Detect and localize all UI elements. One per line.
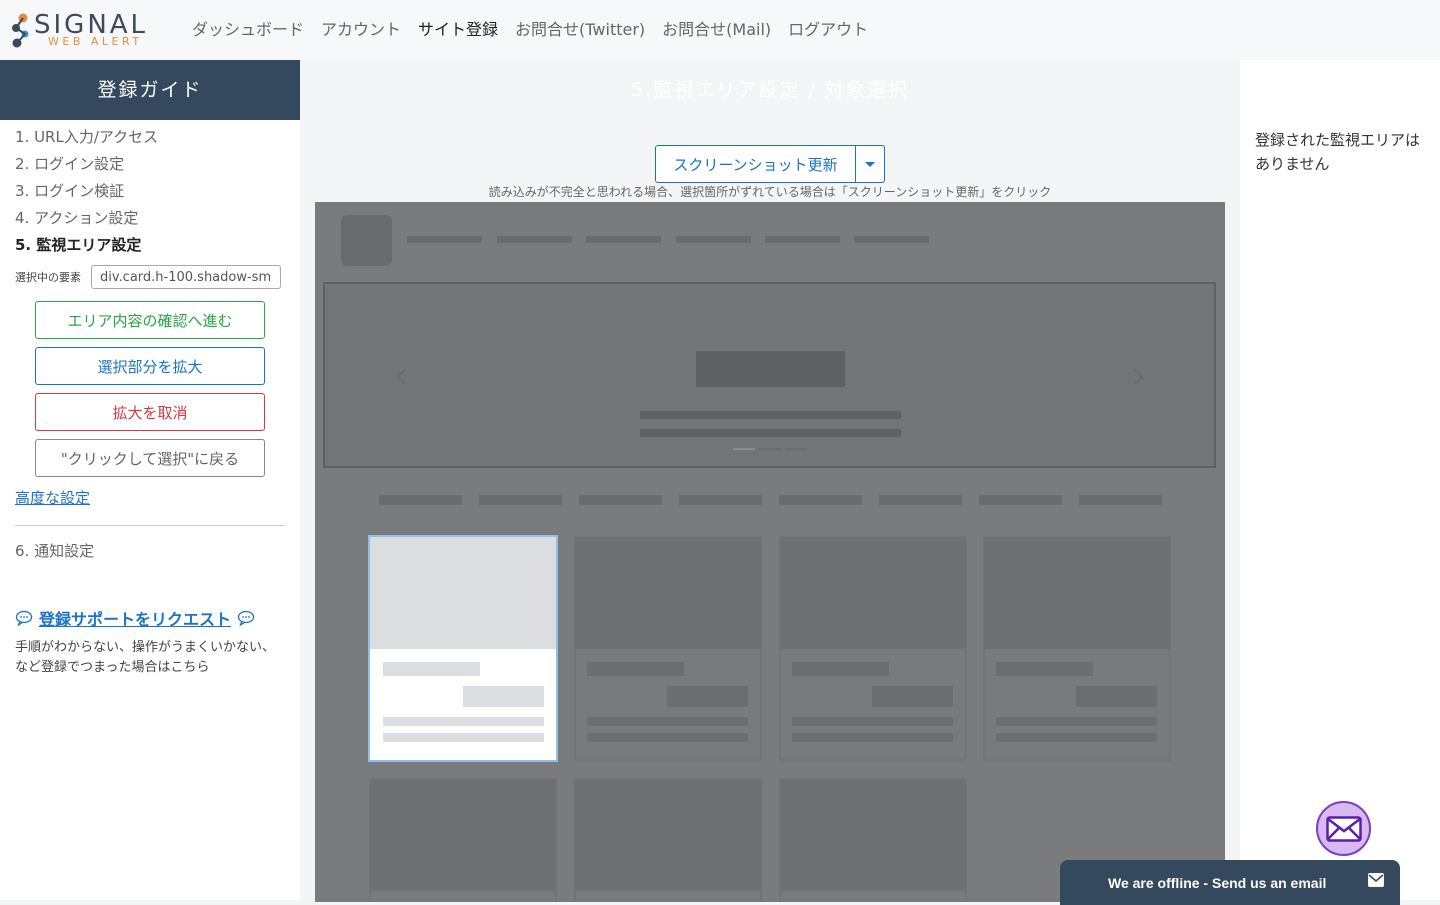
- step-item: 2. ログイン設定: [15, 155, 125, 173]
- cancel-zoom-button[interactable]: 拡大を取消: [35, 393, 265, 431]
- step-item: 3. ログイン検証: [15, 182, 125, 200]
- selected-element-row: 選択中の要素: [15, 265, 285, 289]
- step-item: 6. 通知設定: [15, 542, 95, 560]
- main-nav: ダッシュボード アカウント サイト登録 お問合せ(Twitter) お問合せ(M…: [192, 18, 868, 42]
- nav-logout[interactable]: ログアウト: [788, 18, 868, 42]
- envelope-icon: [1325, 815, 1362, 842]
- offline-chat-text: We are offline - Send us an email: [1108, 874, 1327, 891]
- screenshot-button-group: スクリーンショット更新: [655, 145, 885, 183]
- top-navbar: SIGNAL WEB ALERT ダッシュボード アカウント サイト登録 お問合…: [0, 0, 1440, 60]
- nav-contact-twitter[interactable]: お問合せ(Twitter): [515, 18, 645, 42]
- envelope-icon: [1368, 873, 1384, 887]
- refresh-screenshot-button[interactable]: スクリーンショット更新: [655, 145, 856, 183]
- divider: [15, 525, 285, 526]
- area-list-panel: 登録された監視エリアはありません: [1240, 120, 1440, 900]
- back-to-click-select-button[interactable]: "クリックして選択"に戻る: [35, 439, 265, 477]
- advanced-settings-link[interactable]: 高度な設定: [15, 487, 285, 508]
- step-list: 1. URL入力/アクセス 2. ログイン設定 3. ログイン検証 4. アクシ…: [15, 124, 285, 259]
- chat-bubble-icon: [237, 610, 255, 626]
- mail-launcher-button[interactable]: [1316, 801, 1371, 856]
- support-request: 登録サポートをリクエスト: [15, 606, 285, 630]
- chat-bubble-icon: [15, 610, 33, 626]
- nav-account[interactable]: アカウント: [321, 18, 401, 42]
- logo-mark-icon: [12, 13, 29, 48]
- page-title: 5.監視エリア設定 / 対象選択: [300, 60, 1240, 120]
- nav-contact-mail[interactable]: お問合せ(Mail): [662, 18, 771, 42]
- page-screenshot-image: [323, 215, 1216, 902]
- guide-sidebar: 1. URL入力/アクセス 2. ログイン設定 3. ログイン検証 4. アクシ…: [0, 120, 300, 900]
- screenshot-hint: 読み込みが不完全と思われる場合、選択箇所がずれている場合は「スクリーンショット更…: [488, 185, 1052, 199]
- step-item-current: 5. 監視エリア設定: [15, 236, 142, 254]
- brand-tagline: WEB ALERT: [48, 35, 143, 48]
- nav-site-register[interactable]: サイト登録: [418, 18, 498, 42]
- offline-chat-bar[interactable]: We are offline - Send us an email: [1060, 860, 1400, 905]
- guide-title: 登録ガイド: [97, 79, 203, 101]
- confirm-area-button[interactable]: エリア内容の確認へ進む: [35, 301, 265, 339]
- section-header: 登録ガイド 5.監視エリア設定 / 対象選択 エリア一覧: [0, 60, 1440, 120]
- nav-dashboard[interactable]: ダッシュボード: [192, 18, 304, 42]
- support-request-link[interactable]: 登録サポートをリクエスト: [39, 606, 231, 630]
- selected-element-label: 選択中の要素: [15, 271, 81, 284]
- brand-logo[interactable]: SIGNAL WEB ALERT: [10, 10, 170, 50]
- step-item: 4. アクション設定: [15, 209, 139, 227]
- area-list-title: エリア一覧: [1240, 60, 1440, 120]
- screenshot-preview[interactable]: [315, 202, 1225, 902]
- zoom-selection-button[interactable]: 選択部分を拡大: [35, 347, 265, 385]
- work-area: スクリーンショット更新 読み込みが不完全と思われる場合、選択箇所がずれている場合…: [300, 120, 1240, 902]
- step-item: 1. URL入力/アクセス: [15, 128, 159, 146]
- caret-down-icon: [865, 161, 875, 167]
- area-list-empty-text: 登録された監視エリアはありません: [1255, 131, 1421, 173]
- support-note: 手順がわからない、操作がうまくいかない、など登録でつまった場合はこちら: [15, 640, 276, 675]
- screenshot-dropdown-toggle[interactable]: [856, 145, 885, 183]
- selected-element-field[interactable]: [91, 265, 281, 289]
